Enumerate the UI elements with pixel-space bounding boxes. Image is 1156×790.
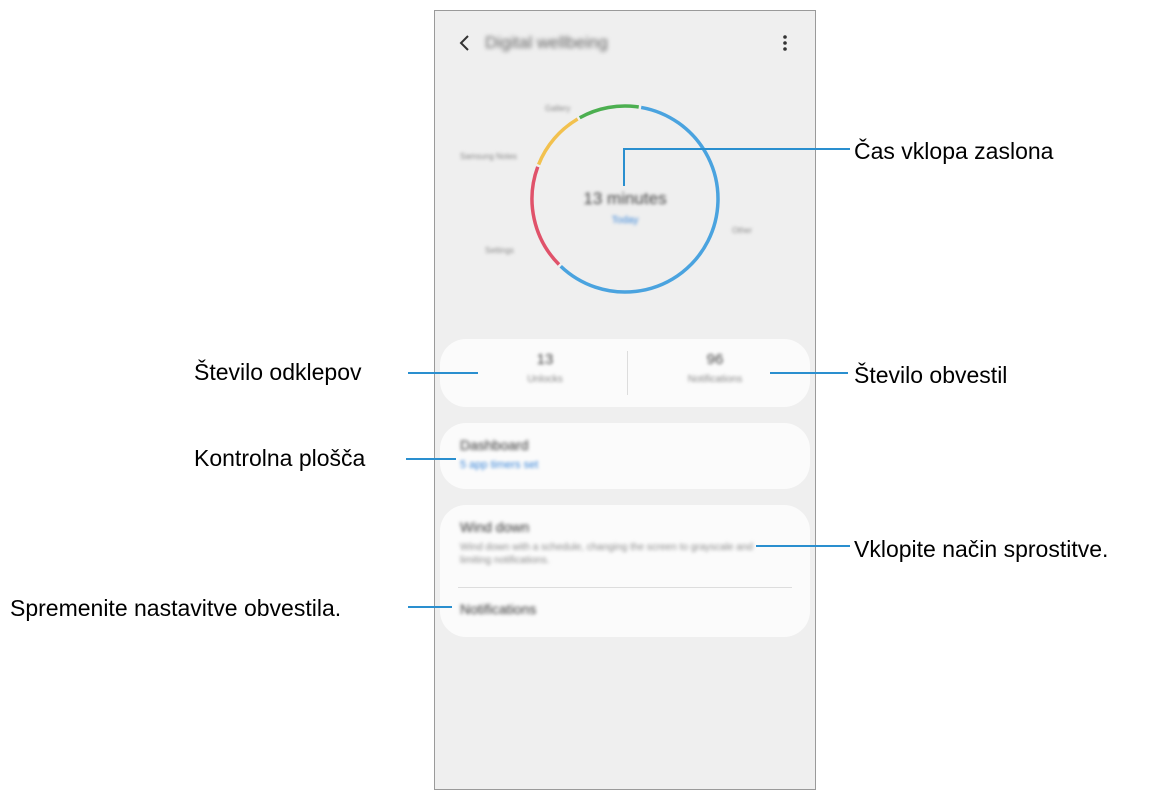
page-title: Digital wellbeing (485, 33, 608, 52)
slice-label-gallery: Gallery (545, 104, 570, 113)
callout-wind-down: Vklopite način sprostitve. (854, 536, 1109, 562)
callout-line-dashboard (406, 458, 456, 460)
notifications-settings-item[interactable]: Notifications (460, 601, 536, 617)
callout-notification-settings: Spremenite nastavitve obvestila. (10, 595, 342, 621)
callout-line-wind-down (756, 545, 850, 547)
chart-center-value: 13 minutes (583, 189, 666, 208)
notifications-value: 96 (706, 351, 724, 368)
callout-line-notification-settings (408, 606, 452, 608)
callout-line-notifications (770, 372, 848, 374)
callout-line-screen-time-vertical (623, 148, 625, 186)
app-bar: Digital wellbeing (435, 11, 815, 75)
donut-slice-settings (530, 166, 561, 266)
notifications-label: Notifications (687, 374, 743, 385)
callout-notifications-count: Število obvestil (854, 362, 1008, 388)
dashboard-subtitle: 5 app timers set (460, 459, 539, 471)
wind-down-card: Wind down Wind down with a schedule, cha… (440, 505, 810, 637)
unlocks-label: Unlocks (527, 374, 563, 385)
callout-line-unlocks (408, 372, 478, 374)
callout-screen-time: Čas vklopa zaslona (854, 138, 1054, 164)
callout-dashboard: Kontrolna plošča (194, 445, 366, 471)
card-divider (458, 587, 792, 588)
stats-divider (627, 351, 628, 395)
screen-time-chart[interactable]: 13 minutes Today Gallery Samsung Notes S… (435, 81, 815, 331)
stats-card: 13 Unlocks 96 Notifications (440, 339, 810, 407)
back-arrow-icon[interactable] (453, 31, 477, 55)
phone-screen: Digital wellbeing 13 minutes Today Galle… (434, 10, 816, 790)
chart-center-sublabel: Today (612, 215, 639, 226)
slice-label-other: Other (732, 226, 752, 235)
wind-down-description: Wind down with a schedule, changing the … (460, 542, 753, 566)
dashboard-card[interactable]: Dashboard 5 app timers set (440, 423, 810, 489)
unlocks-value: 13 (536, 351, 554, 368)
donut-slice-samsung-notes (536, 117, 579, 166)
donut-chart: 13 minutes Today Gallery Samsung Notes S… (460, 104, 752, 294)
more-vertical-icon[interactable] (775, 31, 795, 55)
callout-line-screen-time (624, 148, 850, 150)
callout-unlocks: Število odklepov (194, 359, 362, 385)
donut-slice-gallery (578, 104, 640, 120)
wind-down-title[interactable]: Wind down (460, 519, 529, 535)
notifications-stat[interactable]: 96 Notifications (640, 351, 790, 385)
slice-label-samsung-notes: Samsung Notes (460, 152, 517, 161)
dashboard-title: Dashboard (460, 437, 529, 453)
slice-label-settings: Settings (485, 246, 514, 255)
unlocks-stat[interactable]: 13 Unlocks (470, 351, 620, 385)
